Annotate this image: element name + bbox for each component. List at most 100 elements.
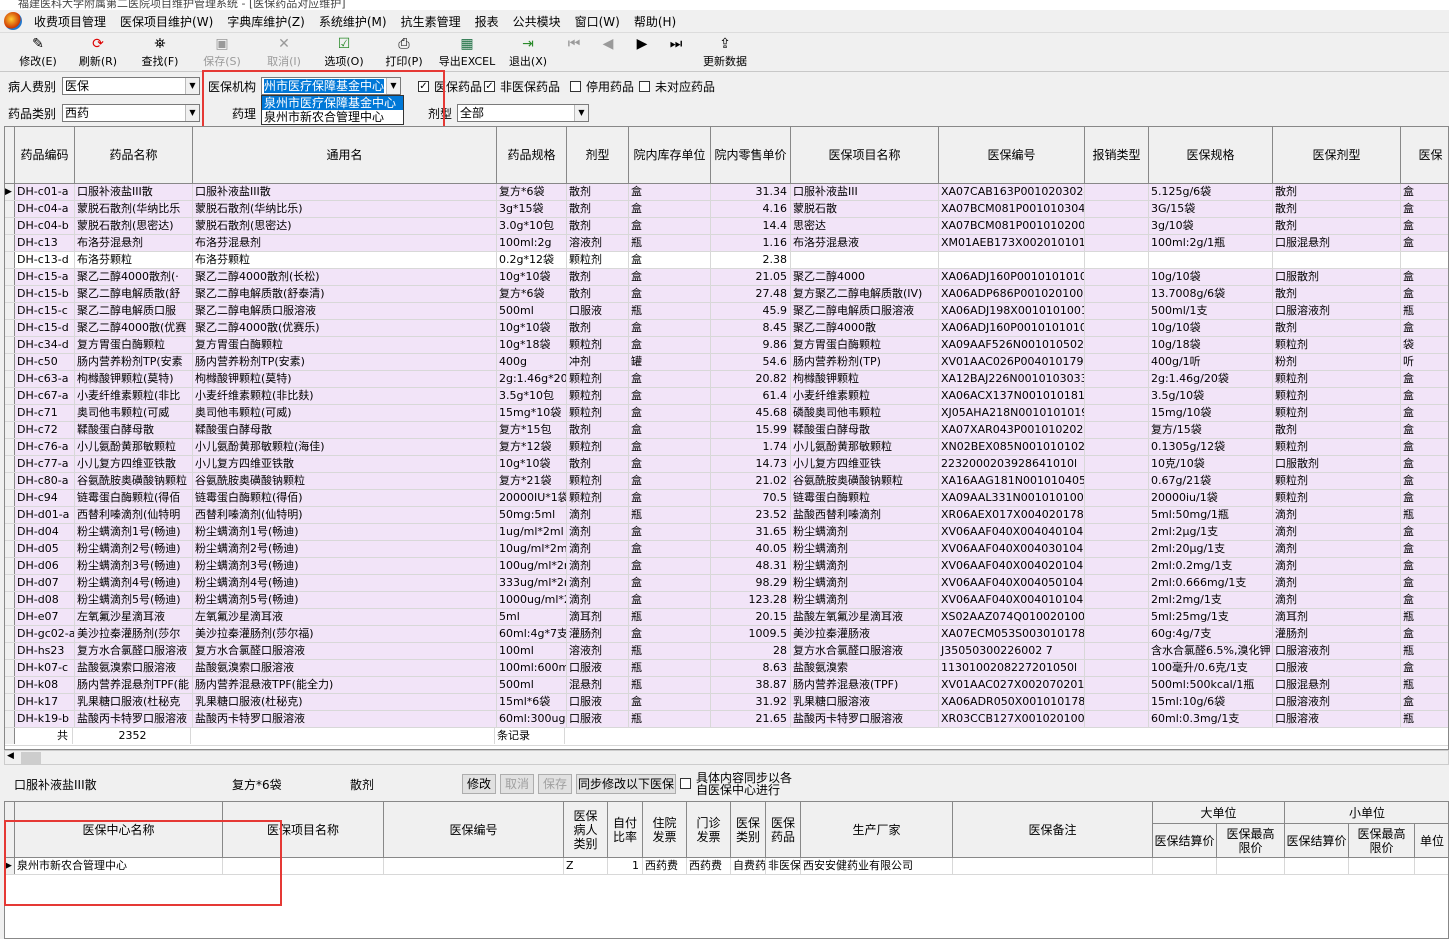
first-record-button[interactable]: ⏮ [562,35,586,71]
excel-icon: ▦ [460,36,474,52]
refresh-button[interactable]: ⟳ 刷新(R) [72,35,124,71]
menu-item-fees[interactable]: 收费项目管理 [27,13,113,30]
table-row[interactable]: DH-k08 肠内营养混悬剂TPF(能 肠内营养混悬液TPF(能全力) 500ml 混悬… [5,677,1448,694]
table-row[interactable]: DH-k19-b 盐酸丙卡特罗口服溶液 盐酸丙卡特罗口服溶液 60ml:300ug 口服… [5,711,1448,728]
table-row[interactable]: DH-c77-a 小儿复方四维亚铁散 小儿复方四维亚铁散 10g*10袋 散剂盒 14.7… [5,456,1448,473]
cell-form: 颗粒剂 [567,371,629,387]
table-row[interactable]: DH-c15-b 聚乙二醇电解质散(舒 聚乙二醇电解质散(舒泰清) 复方*6袋 散剂盒 2… [5,286,1448,303]
exit-button[interactable]: ⇥ 退出(X) [502,35,554,71]
cell-spec: 10g*18袋 [497,337,567,353]
col-header-ins-spec[interactable]: 医保规格 [1149,127,1273,183]
table-row[interactable]: DH-c80-a 谷氨酰胺奥磺酸钠颗粒 谷氨酰胺奥磺酸钠颗粒 复方*21袋 颗粒剂盒 21… [5,473,1448,490]
menu-item-reports[interactable]: 报表 [468,13,506,30]
col-header-spec[interactable]: 药品规格 [497,127,567,183]
col-group-big-unit: 大单位 [1153,802,1285,824]
cell-stock-unit: 盒 [629,473,711,489]
unmatched-drugs-checkbox[interactable] [639,81,650,92]
table-row[interactable]: DH-c76-a 小儿氨酚黄那敏颗粒 小儿氨酚黄那敏颗粒(海佳) 复方*12袋 颗粒剂盒… [5,439,1448,456]
cell-ins-unit: 盒 [1401,286,1448,302]
detail-modify-button[interactable]: 修改 [462,774,496,794]
modify-button[interactable]: ✎ 修改(E) [12,35,64,71]
cell-spec: 15ml*6袋 [497,694,567,710]
col-header-generic[interactable]: 通用名 [193,127,497,183]
table-row[interactable]: DH-c13-d 布洛芬颗粒 布洛芬颗粒 0.2g*12袋 颗粒剂盒 2.38 [5,252,1448,269]
table-row[interactable]: DH-c04-a 蒙脱石散剂(华纳比乐 蒙脱石散剂(华纳比乐) 3g*15袋 散剂盒 4.… [5,201,1448,218]
col-header-retail-price[interactable]: 院内零售单价 [711,127,791,183]
prev-record-button[interactable]: ◀ [596,35,620,71]
cell-reimb-type [1085,558,1149,574]
print-button[interactable]: ⎙ 打印(P) [378,35,430,71]
table-row[interactable]: DH-c72 鞣酸蛋白酵母散 鞣酸蛋白酵母散 复方*15包 散剂盒 15.99 鞣酸蛋白酵母… [5,422,1448,439]
detail-save-button[interactable]: 保存 [538,774,572,794]
col-header-name[interactable]: 药品名称 [75,127,193,183]
dosage-form-select[interactable]: 全部 ▼ [457,104,589,122]
next-record-button[interactable]: ▶ [630,35,654,71]
cell-code: DH-d08 [15,592,75,608]
table-row[interactable]: DH-c15-a 聚乙二醇4000散剂(· 聚乙二醇4000散剂(长松) 10g*10… [5,269,1448,286]
table-row[interactable]: DH-k17 乳果糖口服液(杜秘克 乳果糖口服液(杜秘克) 15ml*6袋 口服液盒 31… [5,694,1448,711]
col-header-stock-unit[interactable]: 院内库存单位 [629,127,711,183]
table-row[interactable]: DH-c71 奥司他韦颗粒(可威 奥司他韦颗粒(可威) 15mg*10袋 颗粒剂盒 45.… [5,405,1448,422]
sync-checkbox[interactable] [680,778,691,789]
cell-spec: 400g [497,354,567,370]
cell-ins-unit: 袋 [1401,337,1448,353]
update-data-button[interactable]: ⇪ 更新数据 [696,35,754,71]
detail-panel: 口服补液盐III散 复方*6袋 散剂 修改 取消 保存 同步修改以下医保 具体内… [0,768,1449,800]
scrollbar-thumb[interactable] [21,752,41,764]
table-row[interactable]: DH-c13 布洛芬混悬剂 布洛芬混悬剂 100ml:2g 溶液剂瓶 1.16 布洛芬混悬液… [5,235,1448,252]
scroll-left-icon[interactable]: ◀ [7,751,14,761]
cell-reimb-type [1085,184,1149,200]
patient-type-select[interactable]: 医保 ▼ [62,77,200,95]
export-excel-button[interactable]: ▦ 导出EXCEL [438,35,496,71]
table-row[interactable]: DH-c50 肠内营养粉剂TP(安素 肠内营养粉剂TP(安素) 400g 冲剂罐 54.6… [5,354,1448,371]
menu-item-dictionary[interactable]: 字典库维护(Z) [220,13,312,30]
table-row[interactable]: DH-d04 粉尘螨滴剂1号(畅迪) 粉尘螨滴剂1号(畅迪) 1ug/ml*2ml 滴剂… [5,524,1448,541]
table-row[interactable]: DH-k07-c盐酸氨溴索口服溶液盐酸氨溴索口服溶液100ml:600mg口服液… [5,660,1448,677]
table-row[interactable]: DH-c15-d 聚乙二醇4000散(优赛 聚乙二醇4000散(优赛乐) 10g*10… [5,320,1448,337]
table-row[interactable]: ▶ DH-c01-a 口服补液盐III散 口服补液盐III散 复方*6袋 散剂盒 31.34… [5,184,1448,201]
save-button[interactable]: ▣ 保存(S) [196,35,248,71]
menu-item-window[interactable]: 窗口(W) [568,13,627,30]
cell-form: 颗粒剂 [567,439,629,455]
cancel-button[interactable]: ✕ 取消(I) [258,35,310,71]
col-header-ins-form[interactable]: 医保剂型 [1273,127,1401,183]
table-row[interactable]: DH-hs23 复方水合氯醛口服溶液 复方水合氯醛口服溶液 100ml 溶液剂瓶 28 复方… [5,643,1448,660]
cell-ins-unit: 盒 [1401,235,1448,251]
last-record-button[interactable]: ⏭ [664,35,688,71]
table-row[interactable]: DH-gc02-a 美沙拉秦灌肠剂(莎尔 美沙拉秦灌肠剂(莎尔福) 60ml:4g*7… [5,626,1448,643]
noninsured-drugs-checkbox[interactable]: ✓ [484,81,495,92]
menu-item-public[interactable]: 公共模块 [506,13,568,30]
table-row[interactable]: DH-d05 粉尘螨滴剂2号(畅迪) 粉尘螨滴剂2号(畅迪) 10ug/ml*2ml 滴… [5,541,1448,558]
menu-item-help[interactable]: 帮助(H) [627,13,683,30]
menu-item-antibiotics[interactable]: 抗生素管理 [394,13,468,30]
menu-item-system[interactable]: 系统维护(M) [312,13,394,30]
detail-cancel-button[interactable]: 取消 [500,774,534,794]
sync-modify-button[interactable]: 同步修改以下医保 [576,774,676,794]
table-row[interactable]: DH-d08 粉尘螨滴剂5号(畅迪) 粉尘螨滴剂5号(畅迪) 1000ug/ml*2 滴… [5,592,1448,609]
drug-class-select[interactable]: 西药 ▼ [62,104,200,122]
table-row[interactable]: DH-c67-a 小麦纤维素颗粒(非比 小麦纤维素颗粒(非比麸) 3.5g*10包 颗粒… [5,388,1448,405]
table-row[interactable]: DH-c04-b 蒙脱石散剂(思密达) 蒙脱石散剂(思密达) 3.0g*10包 散剂盒 1… [5,218,1448,235]
table-row[interactable]: DH-d01-a 西替利嗪滴剂(仙特明 西替利嗪滴剂(仙特明) 50mg:5ml 滴剂瓶… [5,507,1448,524]
table-row[interactable]: DH-c34-d 复方胃蛋白酶颗粒 复方胃蛋白酶颗粒 10g*18袋 颗粒剂盒 9.86 复… [5,337,1448,354]
table-row[interactable]: DH-c94 链霉蛋白酶颗粒(得佰 链霉蛋白酶颗粒(得佰) 20000IU*1袋 颗粒剂… [5,490,1448,507]
menu-item-insurance[interactable]: 医保项目维护(W) [113,13,220,30]
horizontal-scrollbar[interactable]: ◀ [4,750,1449,765]
col-header-code[interactable]: 药品编码 [15,127,75,183]
table-row[interactable]: DH-d07粉尘螨滴剂4号(畅迪)粉尘螨滴剂4号(畅迪)333ug/ml*2m滴… [5,575,1448,592]
search-button[interactable]: ⛯ 查找(F) [134,35,186,71]
cell-ins-spec: 60ml:0.3mg/1支 [1149,711,1273,727]
col-header-ins-item[interactable]: 医保项目名称 [791,127,939,183]
col-header-reimb-type[interactable]: 报销类型 [1085,127,1149,183]
cell-ins-spec: 复方/15袋 [1149,422,1273,438]
table-row[interactable]: DH-d06粉尘螨滴剂3号(畅迪)粉尘螨滴剂3号(畅迪)100ug/ml*2m滴… [5,558,1448,575]
disabled-drugs-checkbox[interactable] [570,81,581,92]
table-row[interactable]: DH-c63-a 枸橼酸钾颗粒(莫特) 枸橼酸钾颗粒(莫特) 2g:1.46g*20 颗… [5,371,1448,388]
options-button[interactable]: ☑ 选项(O) [318,35,370,71]
col-header-ins-code[interactable]: 医保编号 [939,127,1085,183]
table-row[interactable]: DH-c15-c 聚乙二醇电解质口服 聚乙二醇电解质口服溶液 500ml 口服液瓶 45.… [5,303,1448,320]
col-header-form[interactable]: 剂型 [567,127,629,183]
cell-retail-price: 20.82 [711,371,791,387]
col-header-ins-unit[interactable]: 医保 [1401,127,1448,183]
table-row[interactable]: DH-e07 左氧氟沙星滴耳液 左氧氟沙星滴耳液 5ml 滴耳剂瓶 20.15 盐酸左氧氟沙… [5,609,1448,626]
